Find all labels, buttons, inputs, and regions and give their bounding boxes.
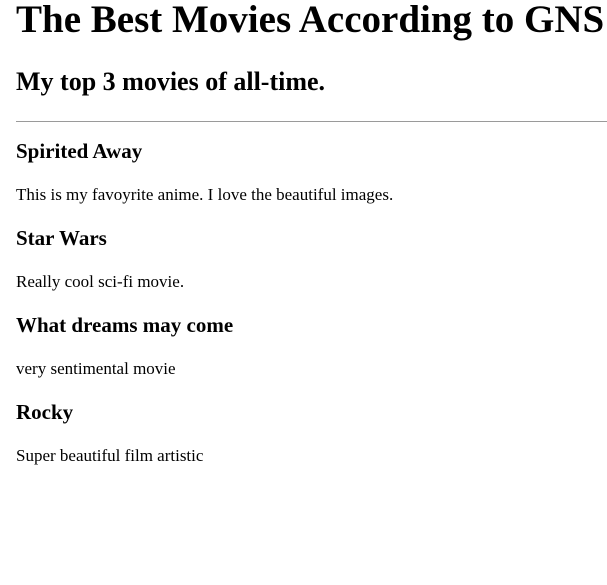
movie-item: Star Wars Really cool sci-fi movie.: [16, 226, 607, 292]
movie-item: Rocky Super beautiful film artistic: [16, 400, 607, 466]
movie-description: Really cool sci-fi movie.: [16, 272, 185, 291]
movie-title: Rocky: [16, 400, 74, 424]
movie-title: Spirited Away: [16, 139, 143, 163]
movie-title: Star Wars: [16, 226, 107, 250]
page-subtitle: My top 3 movies of all-time.: [16, 67, 326, 96]
movie-item: What dreams may come very sentimental mo…: [16, 313, 607, 379]
page-title: The Best Movies According to GNS: [16, 0, 605, 41]
movie-item: Spirited Away This is my favoyrite anime…: [16, 139, 607, 205]
page-content: The Best Movies According to GNS My top …: [0, 0, 607, 466]
movie-description: This is my favoyrite anime. I love the b…: [16, 185, 394, 204]
movie-title: What dreams may come: [16, 313, 234, 337]
movie-description: very sentimental movie: [16, 359, 176, 378]
divider: [16, 121, 607, 122]
movie-description: Super beautiful film artistic: [16, 446, 204, 465]
